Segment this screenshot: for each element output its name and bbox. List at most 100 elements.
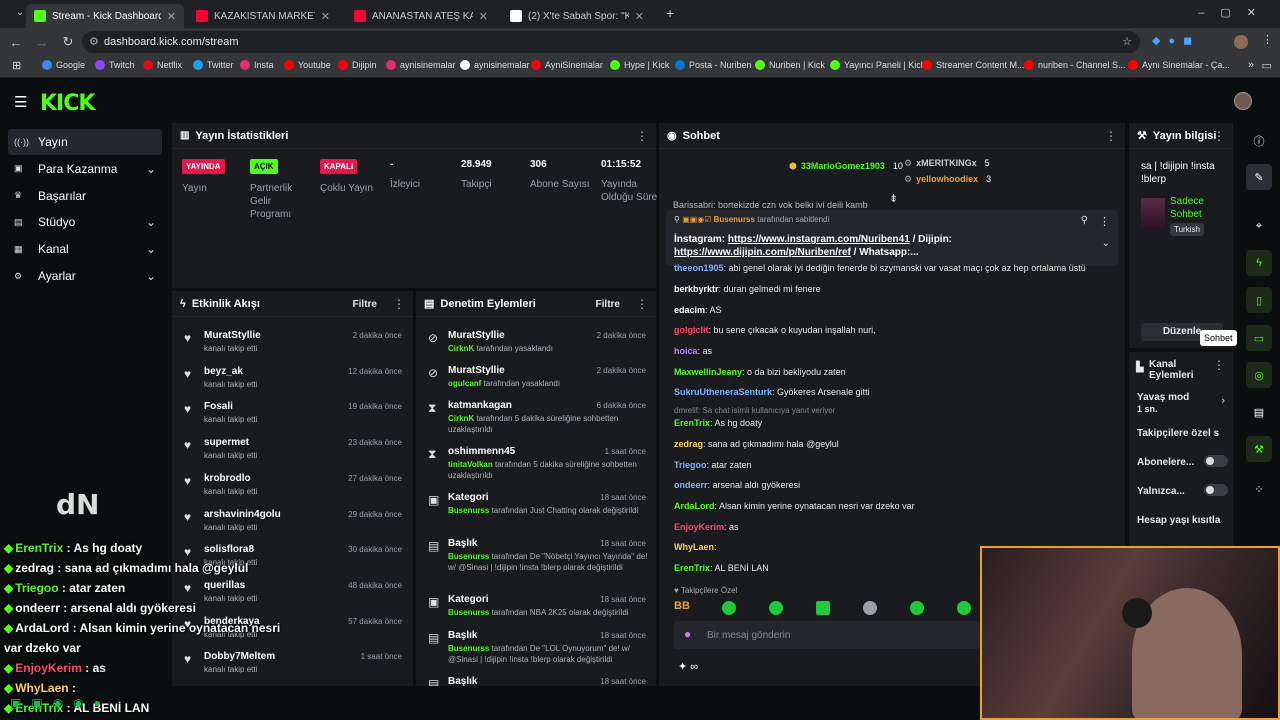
bookmark-item[interactable]: Nuriben | Kick bbox=[755, 60, 825, 70]
bookmark-item[interactable]: Yayıncı Paneli | Kick bbox=[830, 60, 925, 70]
scroll-down-icon[interactable]: ⇟ bbox=[889, 192, 898, 205]
hamburger-menu-icon[interactable]: ☰ bbox=[14, 93, 27, 111]
pinned-link-dijipin[interactable]: https://www.dijipin.com/p/Nuriben/ref bbox=[674, 247, 851, 258]
close-tab-icon[interactable]: ✕ bbox=[167, 10, 176, 23]
moderation-target[interactable]: Başlık bbox=[448, 538, 477, 549]
browser-tab[interactable]: ANANASTAN ATEŞ KALKANI YA ✕ bbox=[346, 4, 496, 28]
activity-username[interactable]: krobrodlo bbox=[204, 473, 251, 484]
moderation-target[interactable]: oshimmenn45 bbox=[448, 446, 515, 457]
browser-menu-icon[interactable]: ⋮ bbox=[1262, 33, 1273, 46]
chat-username[interactable]: ErenTrix bbox=[674, 563, 710, 573]
activity-filter-button[interactable]: Filtre bbox=[353, 299, 377, 310]
sidebar-item[interactable]: ⚙ Ayarlar ⌄ bbox=[8, 263, 162, 289]
emote-icon[interactable] bbox=[863, 601, 877, 615]
emotes-only-row[interactable]: Yalnızca... bbox=[1137, 486, 1185, 497]
forward-icon[interactable]: → bbox=[32, 35, 52, 50]
chat-username[interactable]: zedrag bbox=[674, 439, 703, 449]
kick-logo[interactable]: KICK bbox=[40, 91, 95, 116]
bookmark-item[interactable]: Streamer Content M... bbox=[922, 60, 1025, 70]
chat-username[interactable]: EnjoyKerim bbox=[674, 522, 724, 532]
moderation-target[interactable]: Kategori bbox=[448, 492, 489, 503]
activity-username[interactable]: Fosali bbox=[204, 401, 233, 412]
browser-tab[interactable]: Stream - Kick Dashboard ✕ bbox=[26, 4, 184, 28]
emote-icon[interactable] bbox=[769, 601, 783, 615]
chat-username[interactable]: berkbyrktr bbox=[674, 284, 719, 294]
moderation-target[interactable]: Başlık bbox=[448, 676, 477, 686]
close-tab-icon[interactable]: ✕ bbox=[321, 10, 330, 23]
bookmark-item[interactable]: Netflix bbox=[143, 60, 182, 70]
close-tab-icon[interactable]: ✕ bbox=[635, 10, 644, 23]
site-info-icon[interactable]: ⚙ bbox=[89, 31, 99, 53]
bookmark-item[interactable]: Twitter bbox=[193, 60, 234, 70]
activity-username[interactable]: supermet bbox=[204, 437, 249, 448]
sidebar-item[interactable]: ▣ Para Kazanma ⌄ bbox=[8, 156, 162, 182]
bookmark-item[interactable]: Youtube bbox=[284, 60, 331, 70]
account-age-row[interactable]: Hesap yaşı kısıtla bbox=[1137, 515, 1220, 526]
clipboard-icon[interactable]: ▯ bbox=[1246, 287, 1272, 313]
slow-mode-row[interactable]: Yavaş mod 1 sn. › bbox=[1137, 392, 1233, 416]
moderator-name[interactable]: Busenurss bbox=[448, 644, 489, 653]
browser-tab[interactable]: KAZAKİSTAN MARKET FİYATLAR ✕ bbox=[188, 4, 338, 28]
moderation-target[interactable]: Kategori bbox=[448, 594, 489, 605]
extension-icons[interactable]: ◆●◼ bbox=[1152, 34, 1200, 47]
pinned-link-instagram[interactable]: https://www.instagram.com/Nuriben41 bbox=[728, 234, 910, 245]
chat-username[interactable]: ondeerr bbox=[674, 480, 708, 490]
chat-tools-icon[interactable]: ✦ ∞ bbox=[678, 660, 698, 673]
moderation-target[interactable]: MuratStyllie bbox=[448, 365, 505, 376]
activity-username[interactable]: querillas bbox=[204, 580, 245, 591]
activity-menu-icon[interactable]: ⋮ bbox=[393, 297, 405, 311]
expand-chevron-icon[interactable]: ⌄ bbox=[1102, 238, 1110, 249]
document-icon[interactable]: ▤ bbox=[1246, 399, 1272, 425]
chat-username[interactable]: WhyLaen bbox=[674, 542, 714, 552]
stream-info-menu-icon[interactable]: ⋮ bbox=[1213, 129, 1225, 143]
unpin-icon[interactable]: ⚲ bbox=[1081, 215, 1088, 226]
emote-icon[interactable]: BB bbox=[674, 600, 690, 612]
browser-tab[interactable]: (2) X'te Sabah Spor: "Kocaelisp ✕ bbox=[502, 4, 652, 28]
leaderboard-entry[interactable]: ⬢ 33MarioGomez1903 10 bbox=[789, 161, 903, 172]
bookmark-item[interactable]: aynisinemalar bbox=[460, 60, 530, 70]
dots-icon[interactable]: ⁘ bbox=[1246, 476, 1272, 502]
microphone-icon[interactable]: ● bbox=[684, 627, 691, 641]
emote-icon[interactable] bbox=[816, 601, 830, 615]
target-icon[interactable]: ⌖ bbox=[1246, 213, 1272, 239]
sidebar-item[interactable]: ♛ Başarılar bbox=[8, 183, 162, 209]
moderator-name[interactable]: tinitaVolkan bbox=[448, 460, 493, 469]
pinned-menu-icon[interactable]: ⋮ bbox=[1099, 215, 1110, 228]
reload-icon[interactable]: ↻ bbox=[58, 34, 78, 50]
moderation-target[interactable]: Başlık bbox=[448, 630, 477, 641]
chat-username[interactable]: ErenTrix bbox=[674, 418, 710, 428]
profile-avatar[interactable] bbox=[1234, 35, 1248, 49]
subscribers-toggle[interactable] bbox=[1204, 455, 1228, 467]
leaderboard-entry[interactable]: ⚙ yellowhoodiex 3 bbox=[904, 174, 991, 185]
wrench-icon[interactable]: ⚒ bbox=[1246, 436, 1272, 462]
emote-icon[interactable] bbox=[957, 601, 971, 615]
sidebar-item[interactable]: ▦ Kanal ⌄ bbox=[8, 236, 162, 262]
moderator-name[interactable]: Busenurss bbox=[448, 506, 489, 515]
activity-username[interactable]: beyz_ak bbox=[204, 366, 243, 377]
chat-bubble-icon[interactable]: ▭ bbox=[1246, 325, 1272, 351]
bookmark-item[interactable]: Posta - Nuriben bbox=[675, 60, 752, 70]
close-tab-icon[interactable]: ✕ bbox=[479, 10, 488, 23]
chat-username[interactable]: MaxwellinJeany bbox=[674, 367, 742, 377]
chat-username[interactable]: ArdaLord bbox=[674, 501, 715, 511]
sidebar-item[interactable]: ▤ Stüdyo ⌄ bbox=[8, 209, 162, 235]
info-icon[interactable]: ⓘ bbox=[1246, 128, 1272, 154]
only-toggle[interactable] bbox=[1204, 484, 1228, 496]
sidebar-item[interactable]: ((·)) Yayın bbox=[8, 129, 162, 155]
moderator-name[interactable]: Busenurss bbox=[448, 608, 489, 617]
bookmark-item[interactable]: nuriben - Channel S... bbox=[1024, 60, 1126, 70]
chat-username[interactable]: SukruUtheneraSenturk bbox=[674, 387, 772, 397]
moderation-filter-button[interactable]: Filtre bbox=[596, 299, 620, 310]
moderation-target[interactable]: katmankagan bbox=[448, 400, 512, 411]
activity-username[interactable]: arshavinin4golu bbox=[204, 509, 281, 520]
activity-username[interactable]: solisflora8 bbox=[204, 544, 254, 555]
back-icon[interactable]: ← bbox=[6, 35, 26, 50]
moderator-name[interactable]: ogulcanf bbox=[448, 379, 481, 388]
all-bookmarks-icon[interactable]: ▭ bbox=[1262, 59, 1272, 72]
bookmark-star-icon[interactable]: ☆ bbox=[1122, 31, 1132, 53]
chat-username[interactable]: Triegoo bbox=[674, 460, 707, 470]
chat-menu-icon[interactable]: ⋮ bbox=[1105, 129, 1117, 143]
emote-icon[interactable] bbox=[910, 601, 924, 615]
bookmarks-overflow-icon[interactable]: » bbox=[1248, 59, 1254, 71]
pencil-icon[interactable]: ✎ bbox=[1246, 164, 1272, 190]
